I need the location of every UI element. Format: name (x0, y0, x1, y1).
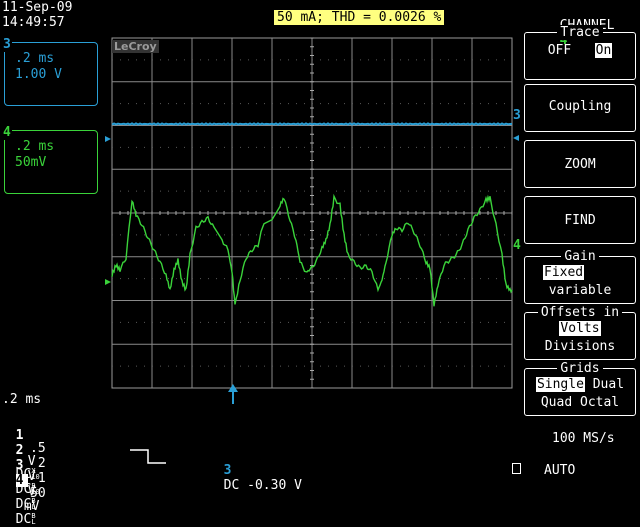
zoom-label: ZOOM (564, 157, 596, 172)
offset-marker-right-icon (513, 135, 519, 141)
trigger-slope-icon (130, 449, 166, 464)
channel-4-number: 4 (15, 474, 28, 487)
coupling-button[interactable]: Coupling (524, 84, 636, 132)
coupling-label: Coupling (548, 99, 612, 114)
offsets-divisions-option[interactable]: Divisions (525, 339, 635, 354)
find-button[interactable]: FIND (524, 196, 636, 244)
acquisition-status-icon (512, 463, 521, 474)
offset-marker-left-ch4-icon (105, 279, 111, 285)
offset-marker-left-icon (105, 136, 111, 142)
gain-fixed-option[interactable]: Fixed (543, 265, 585, 280)
gain-button[interactable]: Gain Fixed variable (524, 249, 636, 304)
trace-toggle-button[interactable]: Trace OFF On (524, 25, 636, 80)
trigger-level: DC -0.30 V (223, 478, 302, 493)
trigger-channel: 3 (223, 463, 232, 478)
offsets-volts-option[interactable]: Volts (559, 321, 601, 336)
channel-4-marker: 4 (513, 238, 521, 253)
offsets-button[interactable]: Offsets in Volts Divisions (524, 305, 636, 360)
grids-single-option[interactable]: Single (535, 377, 585, 392)
find-label: FIND (564, 213, 596, 228)
grids-octal-option[interactable]: Octal (580, 395, 619, 410)
trigger-mode[interactable]: AUTO (544, 463, 575, 478)
channel-4-coupling: DC (15, 512, 32, 527)
grids-button[interactable]: Grids Single Dual Quad Octal (524, 361, 636, 416)
grids-head: Grids (557, 361, 603, 376)
channel-4-sub-bot: L (31, 518, 36, 526)
gain-head: Gain (561, 249, 599, 264)
trace-head: Trace (557, 25, 603, 40)
channel-3-marker: 3 (513, 108, 521, 123)
trigger-readout[interactable]: 3 DC -0.30 V (208, 448, 302, 493)
graticule (111, 37, 513, 389)
bottom-timebase: .2 ms (2, 392, 42, 407)
trace-off-option[interactable]: OFF (548, 43, 571, 58)
channel-4-row[interactable]: 4 50 mV DCB L (0, 461, 48, 526)
zoom-button[interactable]: ZOOM (524, 140, 636, 188)
grids-quad-option[interactable]: Quad (541, 395, 572, 410)
gain-variable-option[interactable]: variable (525, 283, 635, 298)
trigger-position-arrow-icon (228, 384, 238, 404)
offsets-head: Offsets in (537, 305, 623, 320)
sample-rate: 100 MS/s (552, 431, 615, 446)
grids-dual-option[interactable]: Dual (593, 377, 624, 392)
lecroy-logo: LeCroy (112, 40, 159, 53)
trace-on-option[interactable]: On (594, 43, 613, 58)
channel-4-value: 50 (30, 486, 46, 501)
channel-3-trace (111, 122, 513, 126)
